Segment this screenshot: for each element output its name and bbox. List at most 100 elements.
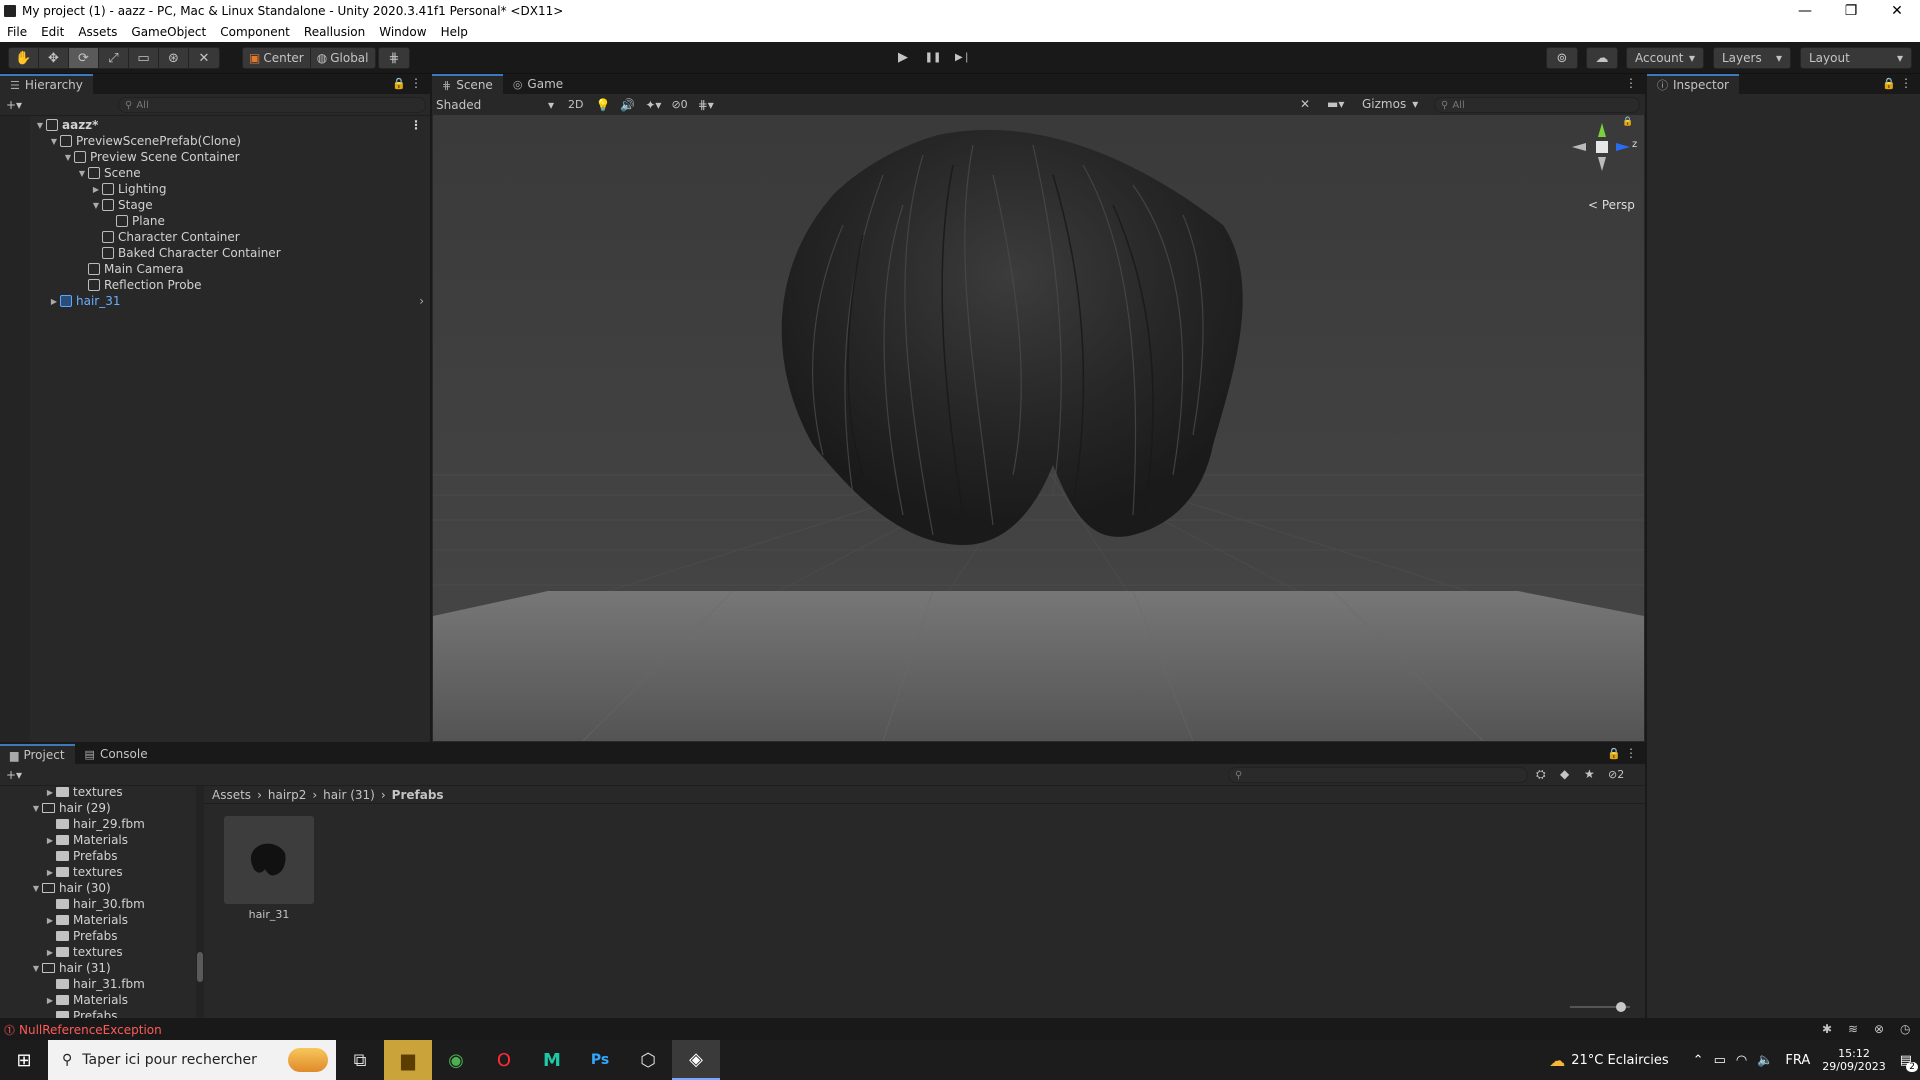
- create-dropdown[interactable]: +▾: [6, 98, 22, 112]
- cache-server-icon[interactable]: ≋: [1848, 1022, 1858, 1036]
- tray-expand-icon[interactable]: ⌃: [1693, 1053, 1704, 1068]
- opera-icon[interactable]: O: [480, 1040, 528, 1080]
- hierarchy-item[interactable]: ▼ Scene: [0, 165, 430, 181]
- folder-tree-item[interactable]: ▶ Materials: [0, 912, 196, 928]
- pause-button[interactable]: ❚❚: [918, 47, 948, 67]
- favorite-star-icon[interactable]: ★: [1584, 767, 1595, 781]
- layout-dropdown[interactable]: Layout ▾: [1800, 47, 1912, 69]
- taskbar-search-input[interactable]: ⚲ Taper ici pour rechercher: [48, 1040, 336, 1080]
- folder-tree-item[interactable]: Prefabs: [0, 1008, 196, 1018]
- hierarchy-item[interactable]: ▶ hair_31 ›: [0, 293, 430, 309]
- orientation-gizmo[interactable]: y z 🔒 < Persp: [1560, 115, 1644, 212]
- gizmos-dropdown[interactable]: Gizmos ▾: [1362, 97, 1418, 111]
- folder-tree-item[interactable]: ▶ Materials: [0, 992, 196, 1008]
- folder-tree-item[interactable]: hair_30.fbm: [0, 896, 196, 912]
- folder-tree-item[interactable]: ▶ textures: [0, 786, 196, 800]
- windows-start-icon[interactable]: ⊞: [0, 1040, 48, 1080]
- cloud-icon[interactable]: ☁: [1587, 48, 1617, 68]
- 2d-toggle[interactable]: 2D: [564, 98, 587, 111]
- menu-edit[interactable]: Edit: [34, 25, 71, 39]
- services-icon[interactable]: ⊚: [1547, 48, 1577, 68]
- folder-tree-item[interactable]: Prefabs: [0, 848, 196, 864]
- create-dropdown[interactable]: +▾: [6, 768, 22, 782]
- layers-dropdown[interactable]: Layers ▾: [1713, 47, 1791, 69]
- menu-component[interactable]: Component: [213, 25, 297, 39]
- unity-editor-icon[interactable]: ◈: [672, 1040, 720, 1080]
- scrollbar-thumb[interactable]: [197, 952, 203, 982]
- foldout-arrow-icon[interactable]: ▼: [48, 137, 60, 146]
- foldout-arrow-icon[interactable]: ▼: [30, 884, 42, 893]
- kebab-menu-icon[interactable]: ⋮: [1900, 76, 1912, 90]
- zoom-slider[interactable]: [1570, 1002, 1630, 1012]
- clock[interactable]: 15:12 29/09/2023: [1822, 1047, 1885, 1073]
- lighting-toggle-icon[interactable]: 💡: [595, 98, 610, 112]
- foldout-arrow-icon[interactable]: ▼: [30, 964, 42, 973]
- step-button[interactable]: ▶❘: [948, 47, 978, 67]
- folder-tree-item[interactable]: ▶ Materials: [0, 832, 196, 848]
- notification-icon[interactable]: ◷: [1900, 1022, 1910, 1036]
- gizmo-lock-icon[interactable]: 🔒: [1622, 117, 1633, 127]
- folder-tree-item[interactable]: ▼ hair (29): [0, 800, 196, 816]
- unity-hub-icon[interactable]: ⬡: [624, 1040, 672, 1080]
- hierarchy-item[interactable]: ▼ Stage: [0, 197, 430, 213]
- hierarchy-item[interactable]: Plane: [0, 213, 430, 229]
- foldout-arrow-icon[interactable]: ▼: [90, 201, 102, 210]
- progress-icon[interactable]: ⊗: [1874, 1022, 1884, 1036]
- minimize-button[interactable]: —: [1782, 3, 1828, 19]
- move-tool-icon[interactable]: ✥: [39, 48, 69, 68]
- effects-dropdown-icon[interactable]: ✦▾: [645, 98, 661, 112]
- photoshop-icon[interactable]: Ps: [576, 1040, 624, 1080]
- prefab-open-arrow-icon[interactable]: ›: [419, 294, 424, 308]
- grid-snap-icon[interactable]: ⋕: [379, 48, 409, 68]
- transform-tool-icon[interactable]: ⊛: [159, 48, 189, 68]
- folder-tree-item[interactable]: ▶ textures: [0, 864, 196, 880]
- lock-icon[interactable]: 🔒: [1882, 77, 1896, 90]
- hidden-packages-toggle[interactable]: ⊘2: [1608, 768, 1624, 781]
- meet-now-icon[interactable]: ▭: [1714, 1053, 1726, 1068]
- menu-file[interactable]: File: [0, 25, 34, 39]
- hierarchy-item[interactable]: Character Container: [0, 229, 430, 245]
- projection-toggle[interactable]: < Persp: [1588, 198, 1635, 212]
- folder-tree-item[interactable]: ▶ textures: [0, 944, 196, 960]
- menu-help[interactable]: Help: [434, 25, 475, 39]
- foldout-arrow-icon[interactable]: ▶: [44, 868, 56, 877]
- maximize-button[interactable]: ❐: [1828, 3, 1874, 19]
- foldout-arrow-icon[interactable]: ▼: [30, 804, 42, 813]
- grid-dropdown-icon[interactable]: ⋕▾: [698, 98, 714, 112]
- filter-type-icon[interactable]: ⛭: [1536, 767, 1546, 782]
- filter-label-icon[interactable]: ◆: [1560, 767, 1569, 781]
- audio-toggle-icon[interactable]: 🔊: [620, 98, 635, 112]
- scene-menu-icon[interactable]: ⋮: [410, 118, 422, 132]
- zoom-slider-thumb[interactable]: [1616, 1002, 1626, 1012]
- tree-scrollbar[interactable]: [196, 786, 204, 1018]
- hierarchy-item[interactable]: Reflection Probe: [0, 277, 430, 293]
- file-explorer-icon[interactable]: ▆: [384, 1040, 432, 1080]
- kebab-menu-icon[interactable]: ⋮: [410, 76, 422, 90]
- foldout-arrow-icon[interactable]: ▼: [76, 169, 88, 178]
- folder-tree-item[interactable]: hair_29.fbm: [0, 816, 196, 832]
- asset-hair31[interactable]: hair_31: [224, 816, 314, 926]
- foldout-arrow-icon[interactable]: ▶: [48, 297, 60, 306]
- kebab-menu-icon[interactable]: ⋮: [1625, 76, 1637, 90]
- hierarchy-item[interactable]: Main Camera: [0, 261, 430, 277]
- maya-icon[interactable]: M: [528, 1040, 576, 1080]
- debug-icon[interactable]: ✱: [1822, 1022, 1832, 1036]
- breadcrumb-assets[interactable]: Assets: [212, 788, 251, 802]
- foldout-arrow-icon[interactable]: ▶: [90, 185, 102, 194]
- menu-window[interactable]: Window: [372, 25, 433, 39]
- foldout-arrow-icon[interactable]: ▼: [62, 153, 74, 162]
- tab-project[interactable]: ▆ Project: [0, 744, 75, 764]
- foldout-arrow-icon[interactable]: ▶: [44, 996, 56, 1005]
- folder-tree-item[interactable]: ▼ hair (31): [0, 960, 196, 976]
- menu-reallusion[interactable]: Reallusion: [297, 25, 372, 39]
- tools-icon[interactable]: ✕: [1300, 97, 1310, 111]
- hierarchy-item[interactable]: ▼ Preview Scene Container: [0, 149, 430, 165]
- folder-tree-item[interactable]: hair_31.fbm: [0, 976, 196, 992]
- menu-assets[interactable]: Assets: [71, 25, 124, 39]
- chrome-icon[interactable]: ◉: [432, 1040, 480, 1080]
- foldout-arrow-icon[interactable]: ▶: [44, 836, 56, 845]
- rect-tool-icon[interactable]: ▭: [129, 48, 159, 68]
- hierarchy-item[interactable]: ▼ PreviewScenePrefab(Clone): [0, 133, 430, 149]
- foldout-arrow-icon[interactable]: ▶: [44, 916, 56, 925]
- scene-viewport[interactable]: y z 🔒 < Persp: [433, 115, 1644, 741]
